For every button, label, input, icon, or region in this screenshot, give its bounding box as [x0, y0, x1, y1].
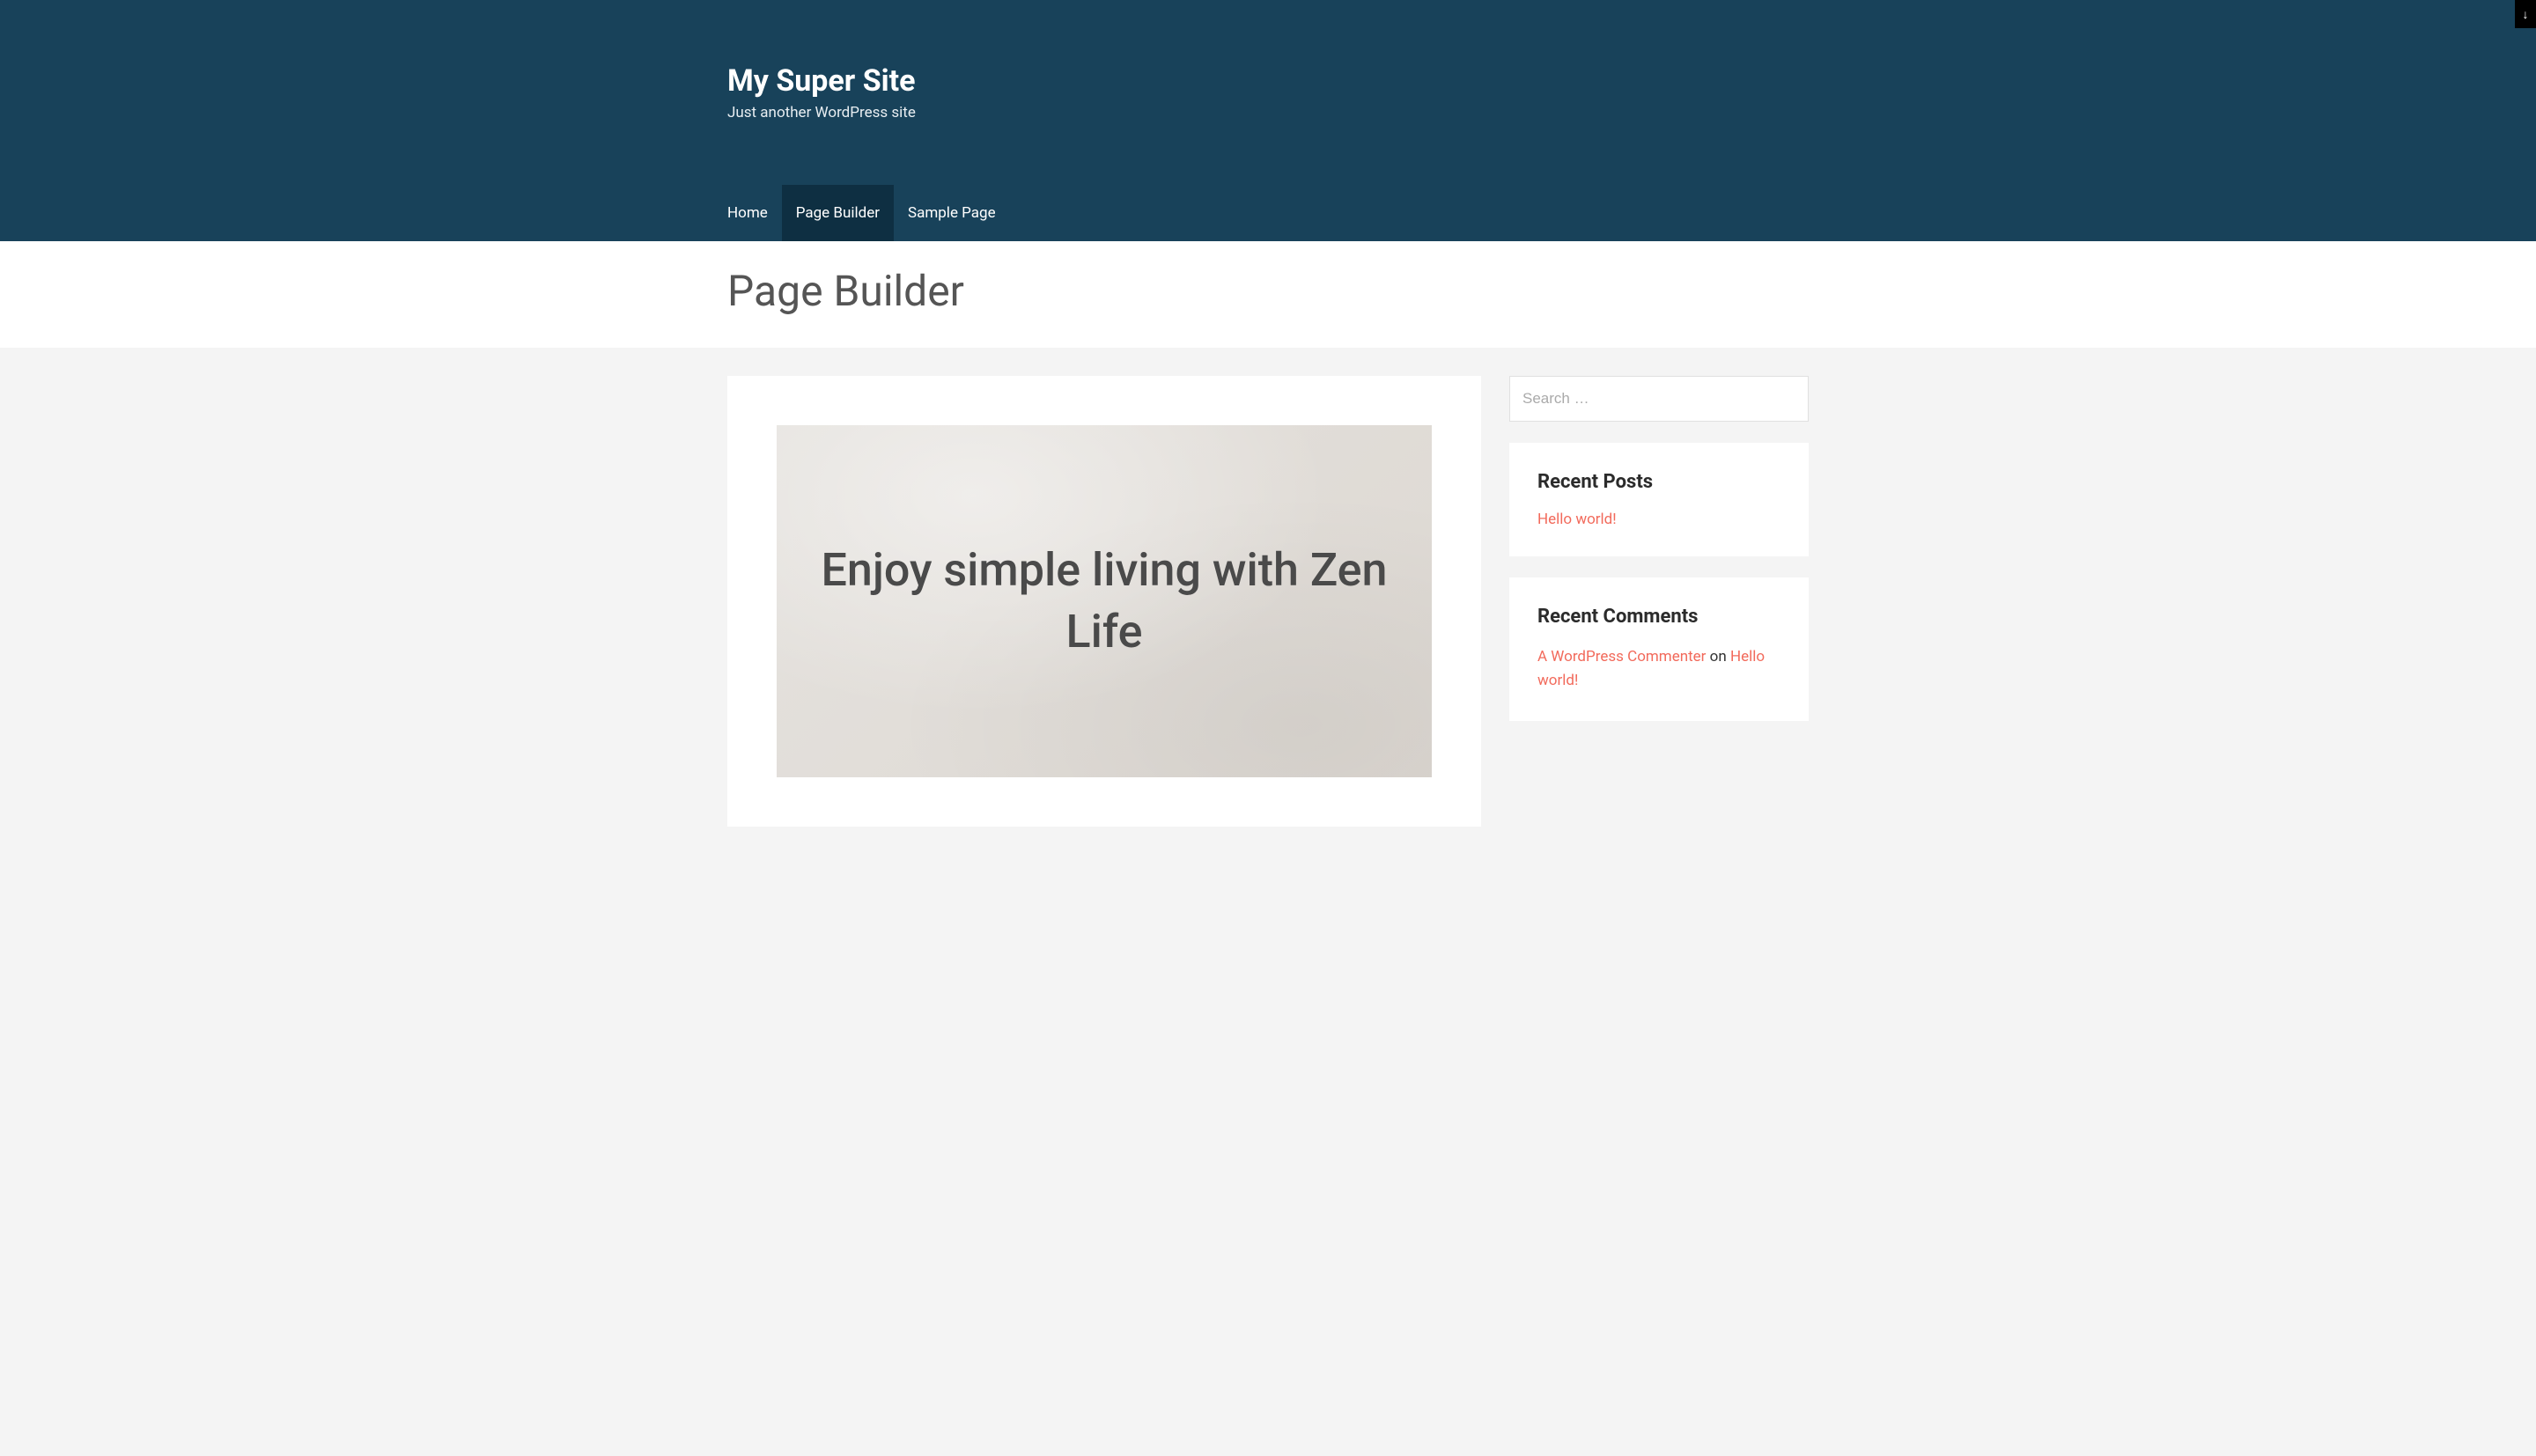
- search-widget: [1509, 376, 1809, 422]
- page-title-bar: Page Builder: [0, 241, 2536, 348]
- search-input[interactable]: [1509, 376, 1809, 422]
- site-tagline: Just another WordPress site: [727, 104, 1809, 121]
- hero-block: Enjoy simple living with Zen Life: [777, 425, 1432, 777]
- main-content: Enjoy simple living with Zen Life: [727, 376, 1481, 827]
- hero-heading: Enjoy simple living with Zen Life: [812, 540, 1397, 663]
- nav-item-sample-page[interactable]: Sample Page: [894, 185, 1010, 241]
- comment-author-link[interactable]: A WordPress Commenter: [1537, 648, 1706, 665]
- nav-item-page-builder[interactable]: Page Builder: [782, 185, 894, 241]
- recent-comments-widget: Recent Comments A WordPress Commenter on…: [1509, 577, 1809, 721]
- page-title: Page Builder: [727, 266, 1809, 316]
- primary-nav: Home Page Builder Sample Page: [713, 185, 1809, 241]
- list-item: Hello world!: [1537, 511, 1780, 528]
- recent-posts-title: Recent Posts: [1537, 471, 1780, 493]
- site-header: My Super Site Just another WordPress sit…: [0, 0, 2536, 241]
- arrow-down-icon: ↓: [2523, 7, 2529, 22]
- recent-comments-title: Recent Comments: [1537, 606, 1780, 628]
- scroll-down-button[interactable]: ↓: [2515, 0, 2536, 28]
- recent-post-link[interactable]: Hello world!: [1537, 511, 1617, 528]
- sidebar: Recent Posts Hello world! Recent Comment…: [1509, 376, 1809, 827]
- site-title[interactable]: My Super Site: [727, 63, 1809, 99]
- comment-sep: on: [1706, 648, 1730, 665]
- nav-item-home[interactable]: Home: [713, 185, 782, 241]
- list-item: A WordPress Commenter on Hello world!: [1537, 645, 1780, 693]
- recent-posts-widget: Recent Posts Hello world!: [1509, 443, 1809, 556]
